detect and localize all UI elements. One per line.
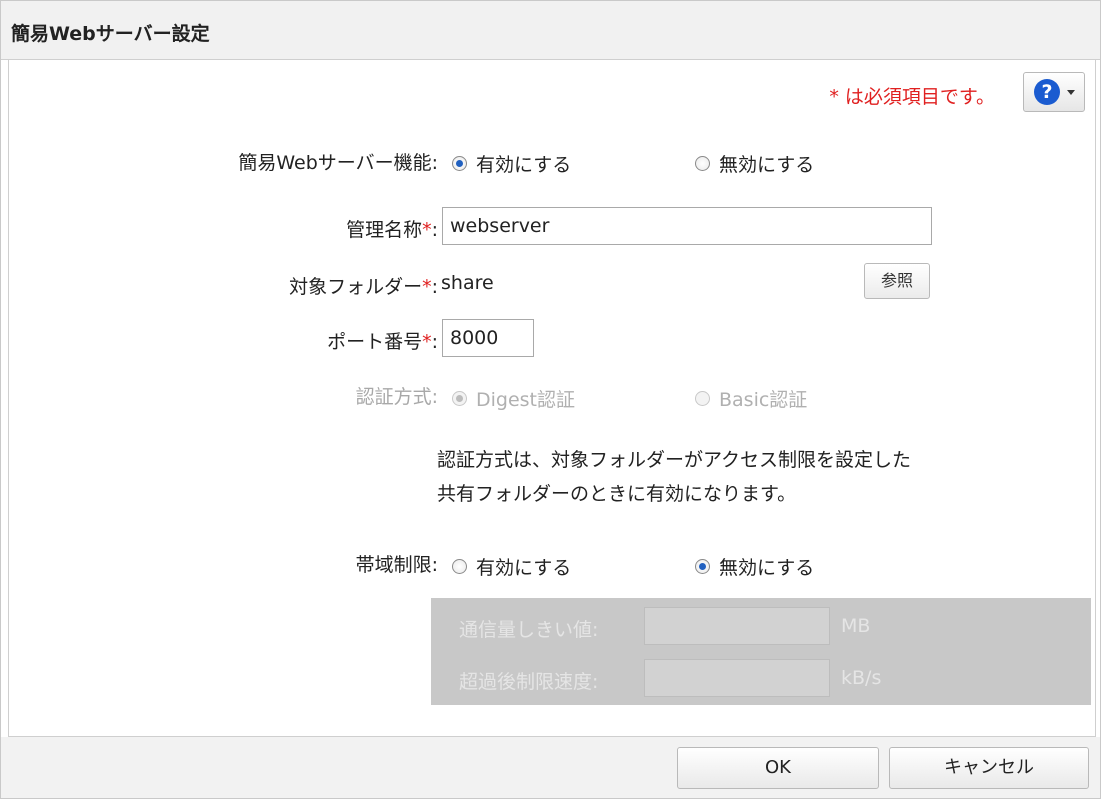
- required-asterisk: *: [422, 219, 432, 241]
- port-input[interactable]: [442, 319, 534, 357]
- bandwidth-settings-panel: 通信量しきい値: MB 超過後制限速度: kB/s: [431, 598, 1091, 705]
- auth-method-label: 認証方式:: [355, 386, 438, 408]
- traffic-threshold-input[interactable]: [644, 607, 830, 645]
- required-fields-note: * は必須項目です。: [829, 86, 995, 108]
- target-folder-value: share: [441, 272, 494, 294]
- port-label-text: ポート番号: [327, 331, 423, 353]
- dialog-footer: OK キャンセル: [1, 737, 1100, 798]
- web-server-disable-text: 無効にする: [719, 154, 815, 176]
- chevron-down-icon: [1067, 90, 1075, 95]
- bandwidth-enable-text: 有効にする: [476, 557, 572, 579]
- bandwidth-disable-radio[interactable]: [695, 559, 710, 574]
- auth-basic-option[interactable]: Basic認証: [695, 385, 807, 412]
- auth-note-line-2: 共有フォルダーのときに有効になります。: [437, 483, 797, 505]
- admin-name-label-text: 管理名称: [346, 219, 423, 241]
- web-server-settings-dialog: 簡易Webサーバー設定 * は必須項目です。 ? 簡易Webサーバー機能: 有効…: [0, 0, 1101, 799]
- bandwidth-enable-option[interactable]: 有効にする: [452, 553, 571, 580]
- bandwidth-disable-option[interactable]: 無効にする: [695, 553, 814, 580]
- bandwidth-limit-label: 帯域制限:: [355, 554, 438, 576]
- target-folder-label-text: 対象フォルダー: [289, 276, 423, 298]
- bandwidth-enable-radio[interactable]: [452, 559, 467, 574]
- dialog-body: * は必須項目です。 ? 簡易Webサーバー機能: 有効にする 無効にする 管理…: [8, 60, 1096, 737]
- auth-note-line-1: 認証方式は、対象フォルダーがアクセス制限を設定した: [437, 449, 912, 471]
- port-label: ポート番号*:: [327, 327, 438, 354]
- help-menu-button[interactable]: ?: [1023, 72, 1085, 112]
- auth-basic-text: Basic認証: [719, 389, 808, 411]
- dialog-titlebar: 簡易Webサーバー設定: [1, 1, 1100, 60]
- web-server-disable-option[interactable]: 無効にする: [695, 150, 814, 177]
- auth-method-note: 認証方式は、対象フォルダーがアクセス制限を設定した 共有フォルダーのときに有効に…: [437, 443, 911, 511]
- required-asterisk: *: [422, 276, 432, 298]
- admin-name-label: 管理名称*:: [346, 215, 438, 242]
- required-asterisk: *: [422, 331, 432, 353]
- question-mark-icon: ?: [1034, 79, 1060, 105]
- ok-button[interactable]: OK: [677, 747, 879, 789]
- web-server-enable-option[interactable]: 有効にする: [452, 150, 571, 177]
- cancel-button[interactable]: キャンセル: [889, 747, 1089, 789]
- dialog-title: 簡易Webサーバー設定: [11, 23, 210, 45]
- browse-button[interactable]: 参照: [864, 263, 930, 299]
- target-folder-label: 対象フォルダー*:: [289, 272, 438, 299]
- web-server-disable-radio[interactable]: [695, 156, 710, 171]
- bandwidth-disable-text: 無効にする: [719, 557, 815, 579]
- limit-speed-unit: kB/s: [841, 667, 882, 689]
- label-colon: :: [431, 331, 438, 353]
- auth-digest-option[interactable]: Digest認証: [452, 385, 575, 412]
- label-colon: :: [431, 276, 438, 298]
- auth-digest-text: Digest認証: [476, 389, 576, 411]
- admin-name-input[interactable]: [442, 207, 932, 245]
- limit-speed-input[interactable]: [644, 659, 830, 697]
- limit-speed-label: 超過後制限速度:: [459, 671, 599, 693]
- auth-digest-radio[interactable]: [452, 391, 467, 406]
- auth-basic-radio[interactable]: [695, 391, 710, 406]
- web-server-function-label: 簡易Webサーバー機能:: [238, 152, 438, 174]
- traffic-threshold-unit: MB: [841, 615, 871, 637]
- label-colon: :: [431, 219, 438, 241]
- traffic-threshold-label: 通信量しきい値:: [459, 619, 599, 641]
- web-server-enable-text: 有効にする: [476, 154, 572, 176]
- web-server-enable-radio[interactable]: [452, 156, 467, 171]
